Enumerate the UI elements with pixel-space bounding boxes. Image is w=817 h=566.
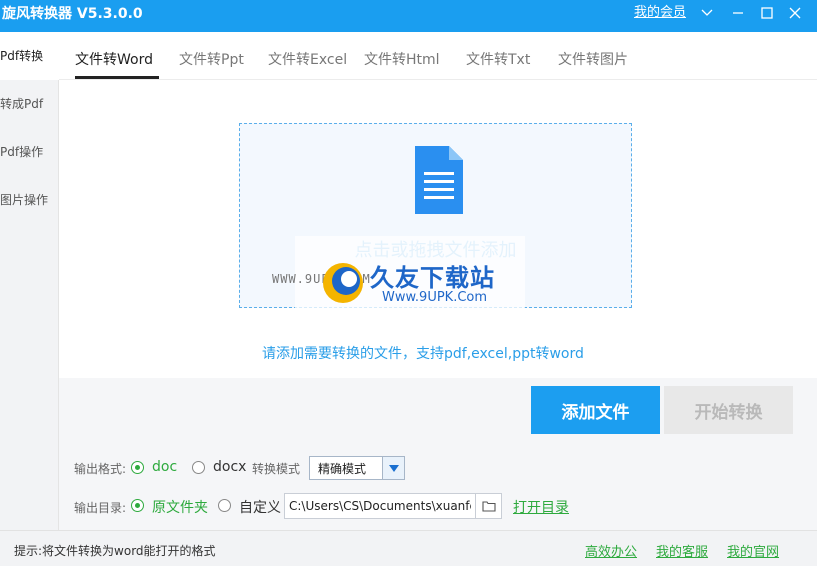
minimize-icon[interactable] <box>725 0 751 26</box>
sidebar: Pdf转换 转成Pdf Pdf操作 图片操作 <box>0 32 60 530</box>
dir-original-radio[interactable] <box>131 499 144 512</box>
tab-to-word[interactable]: 文件转Word <box>75 32 153 80</box>
supported-formats-hint: 请添加需要转换的文件，支持pdf,excel,ppt转word <box>262 346 584 362</box>
folder-icon[interactable] <box>476 493 502 519</box>
output-format-label: 输出格式: <box>74 462 127 476</box>
convert-mode-label: 转换模式 <box>252 462 301 476</box>
dir-custom-label[interactable]: 自定义 <box>239 497 281 517</box>
customer-service-link[interactable]: 我的客服 <box>656 541 708 560</box>
output-path-input[interactable] <box>284 493 476 519</box>
format-docx-label[interactable]: docx <box>213 459 246 475</box>
chevron-down-icon[interactable] <box>694 0 720 26</box>
dir-original-label[interactable]: 原文件夹 <box>152 497 208 517</box>
office-link[interactable]: 高效办公 <box>585 541 637 560</box>
start-convert-button[interactable]: 开始转换 <box>664 386 793 434</box>
output-dir-label: 输出目录: <box>74 501 127 515</box>
file-drop-zone[interactable]: 点击或拖拽文件添加 <box>239 123 632 308</box>
tab-to-ppt[interactable]: 文件转Ppt <box>179 32 244 80</box>
format-doc-label[interactable]: doc <box>152 459 177 475</box>
tab-to-html[interactable]: 文件转Html <box>364 32 440 80</box>
app-title: 旋风转换器 V5.3.0.0 <box>2 6 143 22</box>
sidebar-item-image-ops[interactable]: 图片操作 <box>0 176 59 224</box>
convert-mode-select[interactable]: 精确模式 <box>309 456 405 480</box>
format-docx-radio[interactable] <box>192 461 205 474</box>
title-bar: 旋风转换器 V5.3.0.0 我的会员 <box>0 0 817 32</box>
sidebar-item-pdf-convert[interactable]: Pdf转换 <box>0 32 60 80</box>
close-icon[interactable] <box>782 0 808 26</box>
maximize-icon[interactable] <box>754 0 780 26</box>
tab-to-excel[interactable]: 文件转Excel <box>268 32 347 80</box>
official-site-link[interactable]: 我的官网 <box>727 541 779 560</box>
add-file-button[interactable]: 添加文件 <box>531 386 660 434</box>
status-hint-text: 提示:将文件转换为word能打开的格式 <box>14 544 216 558</box>
tab-bar: 文件转Word 文件转Ppt 文件转Excel 文件转Html 文件转Txt 文… <box>59 32 817 80</box>
tab-to-image[interactable]: 文件转图片 <box>558 32 628 80</box>
member-link[interactable]: 我的会员 <box>634 0 686 26</box>
format-doc-radio[interactable] <box>131 461 144 474</box>
open-directory-link[interactable]: 打开目录 <box>513 497 569 517</box>
sidebar-item-pdf-ops[interactable]: Pdf操作 <box>0 128 59 176</box>
dropdown-arrow-icon[interactable] <box>382 457 404 479</box>
dir-custom-radio[interactable] <box>218 499 231 512</box>
status-bar: 提示:将文件转换为word能打开的格式 高效办公 我的客服 我的官网 <box>0 530 817 566</box>
convert-mode-value: 精确模式 <box>318 462 367 476</box>
sidebar-item-to-pdf[interactable]: 转成Pdf <box>0 80 59 128</box>
drop-zone-text: 点击或拖拽文件添加 <box>354 240 517 261</box>
active-tab-indicator <box>75 76 159 79</box>
document-icon <box>415 146 463 218</box>
tab-to-txt[interactable]: 文件转Txt <box>466 32 530 80</box>
